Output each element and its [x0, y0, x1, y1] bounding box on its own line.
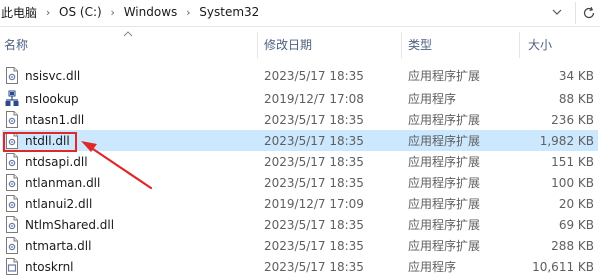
file-name: ntmarta.dll — [25, 238, 92, 253]
chevron-right-icon[interactable]: › — [41, 6, 55, 19]
file-date: 2023/5/17 18:35 — [264, 175, 364, 190]
file-size: 88 KB — [558, 91, 594, 106]
file-date: 2023/5/17 18:35 — [264, 154, 364, 169]
file-row[interactable]: NtlmShared.dll 2023/5/17 18:35 应用程序扩展 69… — [0, 214, 600, 235]
file-size: 1,982 KB — [539, 133, 594, 148]
dll-file-icon — [6, 174, 18, 191]
file-name: NtlmShared.dll — [25, 217, 115, 232]
file-size: 236 KB — [551, 112, 594, 127]
file-date: 2023/5/17 18:35 — [264, 259, 364, 274]
dll-file-icon — [6, 153, 18, 170]
column-header-row: 名称 修改日期 类型 大小 — [0, 30, 600, 58]
refresh-icon — [583, 6, 594, 19]
file-row[interactable]: ntlanman.dll 2023/5/17 18:35 应用程序扩展 100 … — [0, 172, 600, 193]
breadcrumb-system32[interactable]: System32 — [195, 5, 263, 19]
file-type: 应用程序 — [408, 92, 457, 106]
column-divider[interactable] — [257, 32, 258, 58]
file-date: 2019/12/7 17:08 — [264, 91, 364, 106]
dll-file-icon — [6, 216, 18, 233]
breadcrumb: 此电脑 › OS (C:) › Windows › System32 — [0, 0, 263, 24]
network-app-icon — [5, 90, 19, 106]
breadcrumb-this-pc[interactable]: 此电脑 — [0, 4, 41, 21]
dll-file-icon — [6, 67, 18, 84]
file-name: ntlanman.dll — [25, 175, 101, 190]
file-size: 69 KB — [558, 217, 594, 232]
file-date: 2023/5/17 18:35 — [264, 133, 364, 148]
file-row[interactable]: ntmarta.dll 2023/5/17 18:35 应用程序扩展 288 K… — [0, 235, 600, 256]
column-header-date[interactable]: 修改日期 — [260, 30, 402, 58]
file-row[interactable]: ntlanui2.dll 2019/12/7 17:09 应用程序扩展 20 K… — [0, 193, 600, 214]
file-row[interactable]: ntasn1.dll 2023/5/17 18:35 应用程序扩展 236 KB — [0, 109, 600, 130]
file-date: 2019/12/7 17:09 — [264, 196, 364, 211]
file-name: ntasn1.dll — [25, 112, 85, 127]
column-divider[interactable] — [519, 32, 520, 58]
breadcrumb-windows[interactable]: Windows — [120, 5, 182, 19]
file-row[interactable]: ntdsapi.dll 2023/5/17 18:35 应用程序扩展 151 K… — [0, 151, 600, 172]
file-size: 10,611 KB — [532, 259, 594, 274]
file-row-selected[interactable]: ntdll.dll 2023/5/17 18:35 应用程序扩展 1,982 K… — [0, 130, 600, 151]
file-type: 应用程序 — [408, 260, 457, 274]
dll-file-icon — [6, 111, 18, 128]
exe-file-icon — [6, 258, 18, 275]
file-size: 288 KB — [551, 238, 594, 253]
dll-file-icon — [6, 237, 18, 254]
file-date: 2023/5/17 18:35 — [264, 217, 364, 232]
file-date: 2023/5/17 18:35 — [264, 68, 364, 83]
file-row[interactable]: nslookup 2019/12/7 17:08 应用程序 88 KB — [0, 88, 600, 109]
address-dropdown-button[interactable] — [550, 4, 564, 20]
file-name: ntoskrnl — [25, 259, 74, 274]
column-header-type[interactable]: 类型 — [404, 30, 520, 58]
file-list: nsisvc.dll 2023/5/17 18:35 应用程序扩展 34 KB … — [0, 58, 600, 276]
file-size: 34 KB — [558, 68, 594, 83]
column-header-name[interactable]: 名称 — [0, 30, 258, 58]
refresh-button[interactable] — [575, 2, 600, 24]
file-row[interactable]: ntoskrnl 2023/5/17 18:35 应用程序 10,611 KB — [0, 256, 600, 277]
breadcrumb-drive-c[interactable]: OS (C:) — [55, 5, 106, 19]
file-size: 151 KB — [551, 154, 594, 169]
file-name: ntlanui2.dll — [25, 196, 93, 211]
file-size: 20 KB — [558, 196, 594, 211]
address-bar[interactable]: 此电脑 › OS (C:) › Windows › System32 — [0, 0, 600, 27]
column-header-size[interactable]: 大小 — [524, 30, 600, 58]
file-name: nslookup — [25, 91, 79, 106]
file-size: 100 KB — [551, 175, 594, 190]
chevron-right-icon[interactable]: › — [106, 6, 120, 19]
chevron-down-icon — [552, 9, 562, 15]
chevron-right-icon[interactable]: › — [181, 6, 195, 19]
file-row[interactable]: nsisvc.dll 2023/5/17 18:35 应用程序扩展 34 KB — [0, 65, 600, 86]
file-date: 2023/5/17 18:35 — [264, 238, 364, 253]
dll-file-icon — [6, 195, 18, 212]
column-divider[interactable] — [401, 32, 402, 58]
annotation-highlight-box — [3, 132, 77, 152]
file-name: nsisvc.dll — [25, 68, 81, 83]
file-name: ntdsapi.dll — [25, 154, 88, 169]
file-date: 2023/5/17 18:35 — [264, 112, 364, 127]
